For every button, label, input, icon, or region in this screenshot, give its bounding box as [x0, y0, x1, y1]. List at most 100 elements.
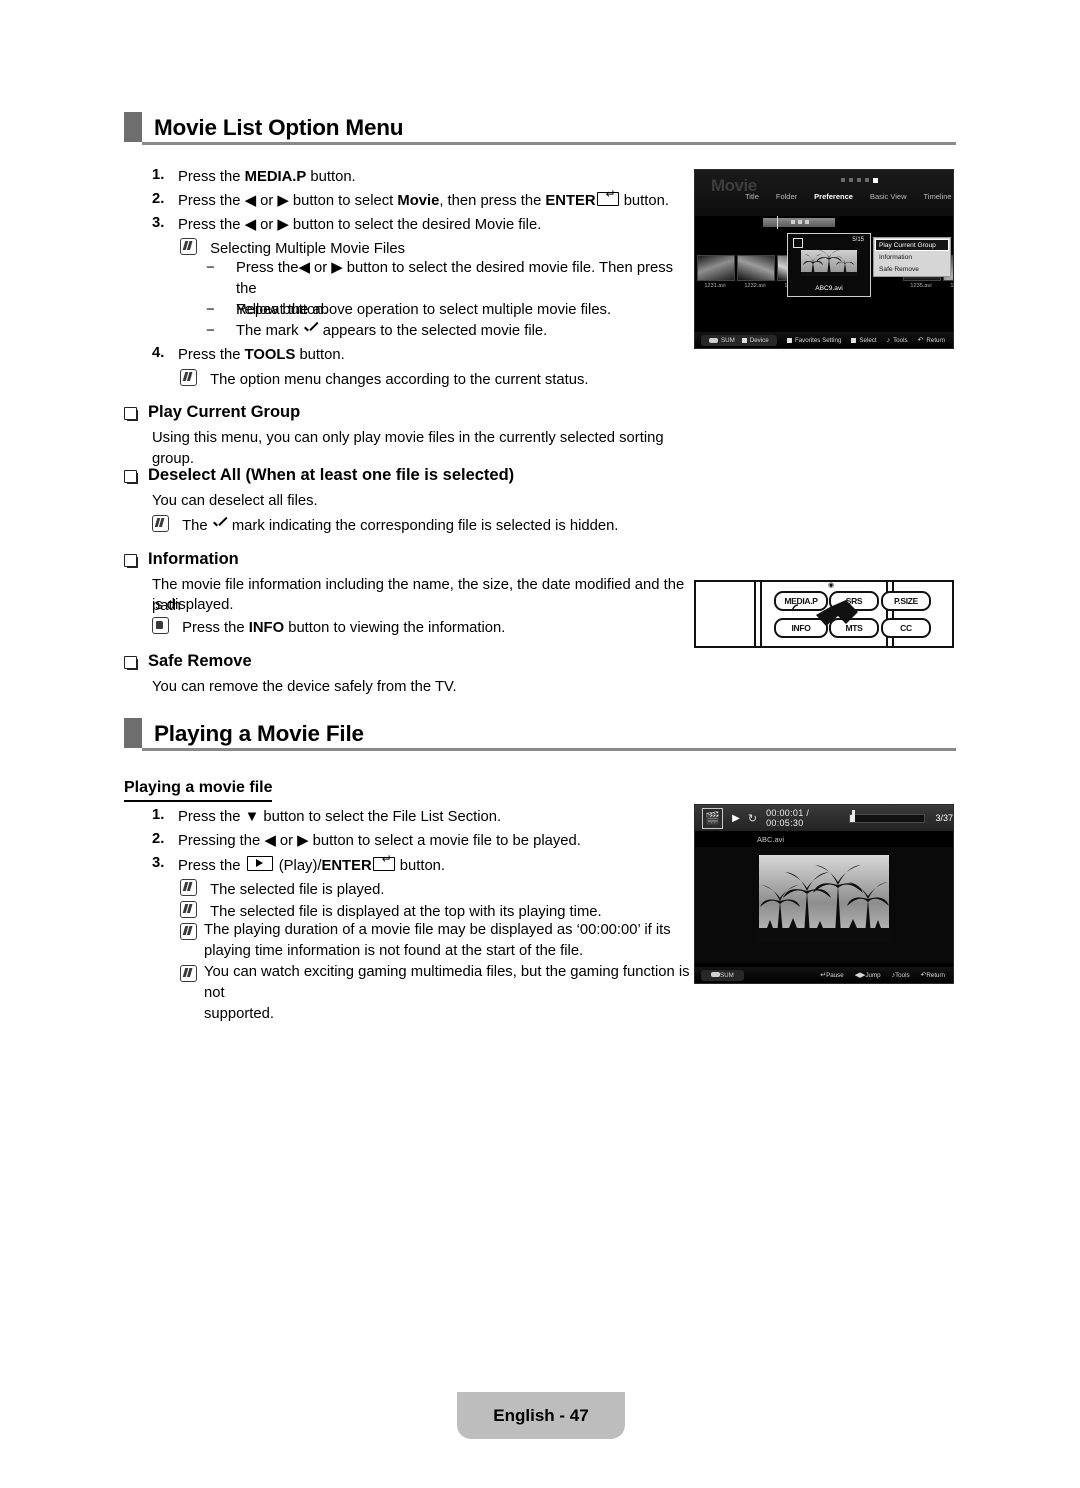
subsection-deselect-all: Deselect All (When at least one file is …: [124, 466, 514, 485]
leftright-icon: ◀▶: [854, 972, 866, 979]
play-note-3: The playing duration of a movie file may…: [180, 920, 692, 962]
thumbnail-caption: 1232.avi: [744, 283, 766, 289]
play-step-text-2: Pressing the ◀ or ▶ button to select a m…: [178, 831, 581, 852]
swatch-icon: [851, 337, 857, 343]
tv-movie-list-screenshot: Movie Title Folder Preference Basic View…: [694, 169, 954, 349]
thumbnail-caption: 1231.avi: [704, 283, 726, 289]
dash-item-2: − Repeat the above operation to select m…: [206, 300, 690, 321]
player-footer-item-pause[interactable]: ↵Pause: [820, 971, 843, 979]
play-note-4-line1: You can watch exciting gaming multimedia…: [204, 964, 690, 1001]
selected-file-preview: [801, 250, 857, 276]
play-note-3-line2: playing time information is not found at…: [204, 943, 584, 959]
play-step-2-c: button to select a movie file to be play…: [308, 833, 581, 849]
option-menu-item-play-current-group[interactable]: Play Current Group: [875, 239, 949, 251]
play-step-text-1: Press the ▼ button to select the File Li…: [178, 807, 501, 828]
player-footer-item-return[interactable]: ↶Return: [921, 971, 945, 979]
deselect-note-a: The: [182, 518, 212, 534]
thumbnail-image: [737, 255, 775, 281]
information-note: Press the INFO button to viewing the inf…: [152, 615, 712, 639]
play-step-number-1: 1.: [152, 807, 165, 823]
tv-footer-bar: SUM Device Favorites Setting Select ♪ Too…: [695, 332, 953, 348]
play-current-group-heading: Play Current Group: [148, 403, 301, 421]
remote-button-mts[interactable]: MTS: [829, 618, 879, 638]
dash-1-a: Press the: [236, 260, 299, 276]
player-pause-label: Pause: [826, 972, 844, 979]
footer-item-select[interactable]: Select: [851, 337, 877, 344]
movie-icon: 🎬: [702, 807, 724, 829]
step-text-1: Press the MEDIA.P button.: [178, 167, 356, 188]
led-indicator-icon: ◉: [828, 582, 835, 589]
tab-basic-view[interactable]: Basic View: [870, 192, 907, 201]
heading-rule: [142, 748, 956, 751]
dash-3-b: appears to the selected movie file.: [318, 323, 548, 339]
page-dot: [865, 178, 869, 182]
remote-button-psize[interactable]: P.SIZE: [881, 591, 931, 611]
remote-button-srs[interactable]: SRS: [829, 591, 879, 611]
step-1-bold: MEDIA.P: [244, 169, 307, 185]
footer-sum-label: SUM: [721, 336, 735, 344]
step-3-b: or: [256, 217, 278, 233]
selected-file-card[interactable]: 5/15 ABC9.avi: [787, 233, 871, 297]
deselect-all-note: The mark indicating the corresponding fi…: [152, 513, 712, 537]
player-top-bar: 🎬 ▶ ↻ 00:00:01 / 00:05:30 3/37: [695, 805, 953, 831]
step-number-4: 4.: [152, 345, 165, 361]
heading-rule: [142, 142, 956, 145]
page-title: Movie List Option Menu: [154, 114, 404, 140]
repeat-icon: ↻: [747, 812, 758, 825]
progress-bar[interactable]: [848, 809, 926, 823]
footer-item-tools[interactable]: ♪ Tools: [887, 337, 908, 344]
subheading-underline: [124, 800, 272, 803]
option-menu-item-safe-remove[interactable]: Safe Remove: [875, 263, 949, 275]
remote-divider-left2: [760, 582, 762, 646]
footer-item-return[interactable]: ↶ Return: [918, 336, 945, 345]
deselect-note-b: mark indicating the corresponding file i…: [227, 518, 619, 534]
step-number-1: 1.: [152, 167, 165, 183]
right-arrow-icon: ▶: [331, 260, 343, 276]
page-dot: [857, 178, 861, 182]
thumbnail-item[interactable]: 1231.avi: [697, 255, 735, 289]
scrollbar-caret: [777, 216, 778, 229]
footer-item-favorites-setting[interactable]: Favorites Setting: [786, 337, 841, 344]
tab-timeline[interactable]: Timeline: [923, 192, 951, 201]
information-note-b: button to viewing the information.: [284, 620, 506, 636]
tab-folder[interactable]: Folder: [776, 192, 797, 201]
note-pencil-icon: [180, 965, 197, 982]
play-note-2-text: The selected file is displayed at the to…: [210, 904, 602, 920]
player-footer-item-sum[interactable]: SUM: [711, 971, 734, 979]
subheading-playing-a-movie-file: Playing a movie file: [124, 779, 273, 796]
footer-left-group: SUM Device: [701, 334, 777, 346]
thumbnail-item[interactable]: 1232.avi: [737, 255, 775, 289]
play-step-3-a: Press the: [178, 858, 245, 874]
subsection-safe-remove: Safe Remove: [124, 652, 252, 671]
tab-title[interactable]: Title: [745, 192, 759, 201]
progress-knob[interactable]: [851, 809, 855, 815]
player-footer-item-tools[interactable]: ♪Tools: [892, 972, 910, 979]
section-heading-playing-a-movie-file: Playing a Movie File: [124, 718, 364, 748]
progress-fill: [849, 814, 855, 822]
note-pencil-icon: [180, 879, 197, 896]
tab-preference[interactable]: Preference: [814, 192, 853, 201]
option-menu-item-information[interactable]: Information: [875, 251, 949, 263]
step-1-post: button.: [306, 169, 356, 185]
dash-1-b: or: [309, 260, 332, 276]
right-arrow-icon: ▶: [297, 833, 309, 849]
selection-checkbox[interactable]: [793, 238, 803, 248]
note-pencil-icon: [180, 923, 197, 940]
step-2-a: Press the: [178, 193, 245, 209]
footer-item-sum[interactable]: SUM: [709, 337, 735, 344]
section-heading-movie-list-option-menu: Movie List Option Menu: [124, 112, 404, 142]
note-option-menu-changes: The option menu changes according to the…: [180, 367, 589, 391]
scrollbar-ticks: [791, 220, 809, 224]
tv-tab-bar: Title Folder Preference Basic View Timel…: [745, 192, 952, 201]
remote-button-cc[interactable]: CC: [881, 618, 931, 638]
remote-button-info[interactable]: INFO: [774, 618, 828, 638]
square-bullet-icon: [124, 554, 137, 567]
player-footer-item-jump[interactable]: ◀▶Jump: [855, 971, 881, 979]
safe-remove-heading: Safe Remove: [148, 652, 252, 670]
down-arrow-icon: ▼: [244, 809, 260, 825]
usb-icon: [711, 971, 720, 977]
footer-item-device[interactable]: Device: [741, 337, 769, 344]
dash-item-3: − The mark appears to the selected movie…: [206, 323, 548, 339]
remote-button-mediap[interactable]: MEDIA.P: [774, 591, 828, 611]
tv-scrollbar[interactable]: [695, 216, 953, 229]
